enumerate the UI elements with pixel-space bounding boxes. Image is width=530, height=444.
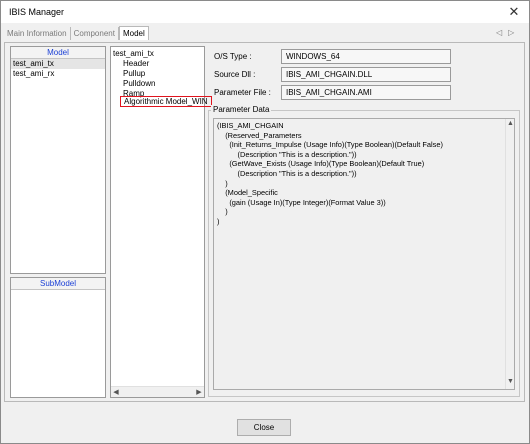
tree-node-pullup[interactable]: Pullup [123,69,145,78]
model-list-panel: Model test_ami_tx test_ami_rx [10,46,106,274]
scroll-down-icon[interactable]: ▼ [506,378,515,385]
close-button[interactable]: Close [237,419,291,436]
window-close-icon[interactable]: ✕ [504,3,524,21]
tab-scroll-left-icon[interactable]: ◁ [496,28,508,37]
tab-scroll-arrows: ◁▷ [496,28,520,37]
model-list-header: Model [11,47,105,59]
tab-model[interactable]: Model [118,26,149,40]
parameter-file-label: Parameter File : [214,88,271,97]
parameter-data-scrollbar[interactable]: ▲ ▼ [505,119,514,389]
submodel-list-header: SubModel [11,278,105,290]
tree-root-node[interactable]: test_ami_tx [113,49,154,58]
tab-main-information[interactable]: Main Information [4,27,71,40]
parameter-data-textarea[interactable]: (IBIS_AMI_CHGAIN (Reserved_Parameters (I… [213,118,515,390]
scroll-up-icon[interactable]: ▲ [506,120,515,127]
model-list-item[interactable]: test_ami_rx [11,69,105,79]
parameter-data-title: Parameter Data [211,105,272,114]
source-dll-label: Source Dll : [214,70,256,79]
tree-node-pulldown[interactable]: Pulldown [123,79,155,88]
os-type-field: WINDOWS_64 [281,49,451,64]
window-title: IBIS Manager [9,7,65,17]
submodel-list-panel: SubModel [10,277,106,398]
tree-node-algorithmic-model[interactable]: Algorithmic Model_WIN [120,96,212,107]
tab-bar: Main Information Component Model [4,26,149,42]
os-type-label: O/S Type : [214,52,252,61]
model-tree-panel: test_ami_tx Header Pullup Pulldown Ramp … [110,46,212,398]
tree-node-header[interactable]: Header [123,59,149,68]
tree-horizontal-scrollbar[interactable]: ◀ ▶ [111,386,204,397]
tab-component[interactable]: Component [71,27,119,40]
scroll-right-icon[interactable]: ▶ [195,388,203,397]
title-bar: IBIS Manager ✕ [1,1,529,23]
tab-scroll-right-icon[interactable]: ▷ [508,28,520,37]
scroll-left-icon[interactable]: ◀ [112,388,120,397]
parameter-file-field: IBIS_AMI_CHGAIN.AMI [281,85,451,100]
source-dll-field: IBIS_AMI_CHGAIN.DLL [281,67,451,82]
model-list-item[interactable]: test_ami_tx [11,59,105,69]
